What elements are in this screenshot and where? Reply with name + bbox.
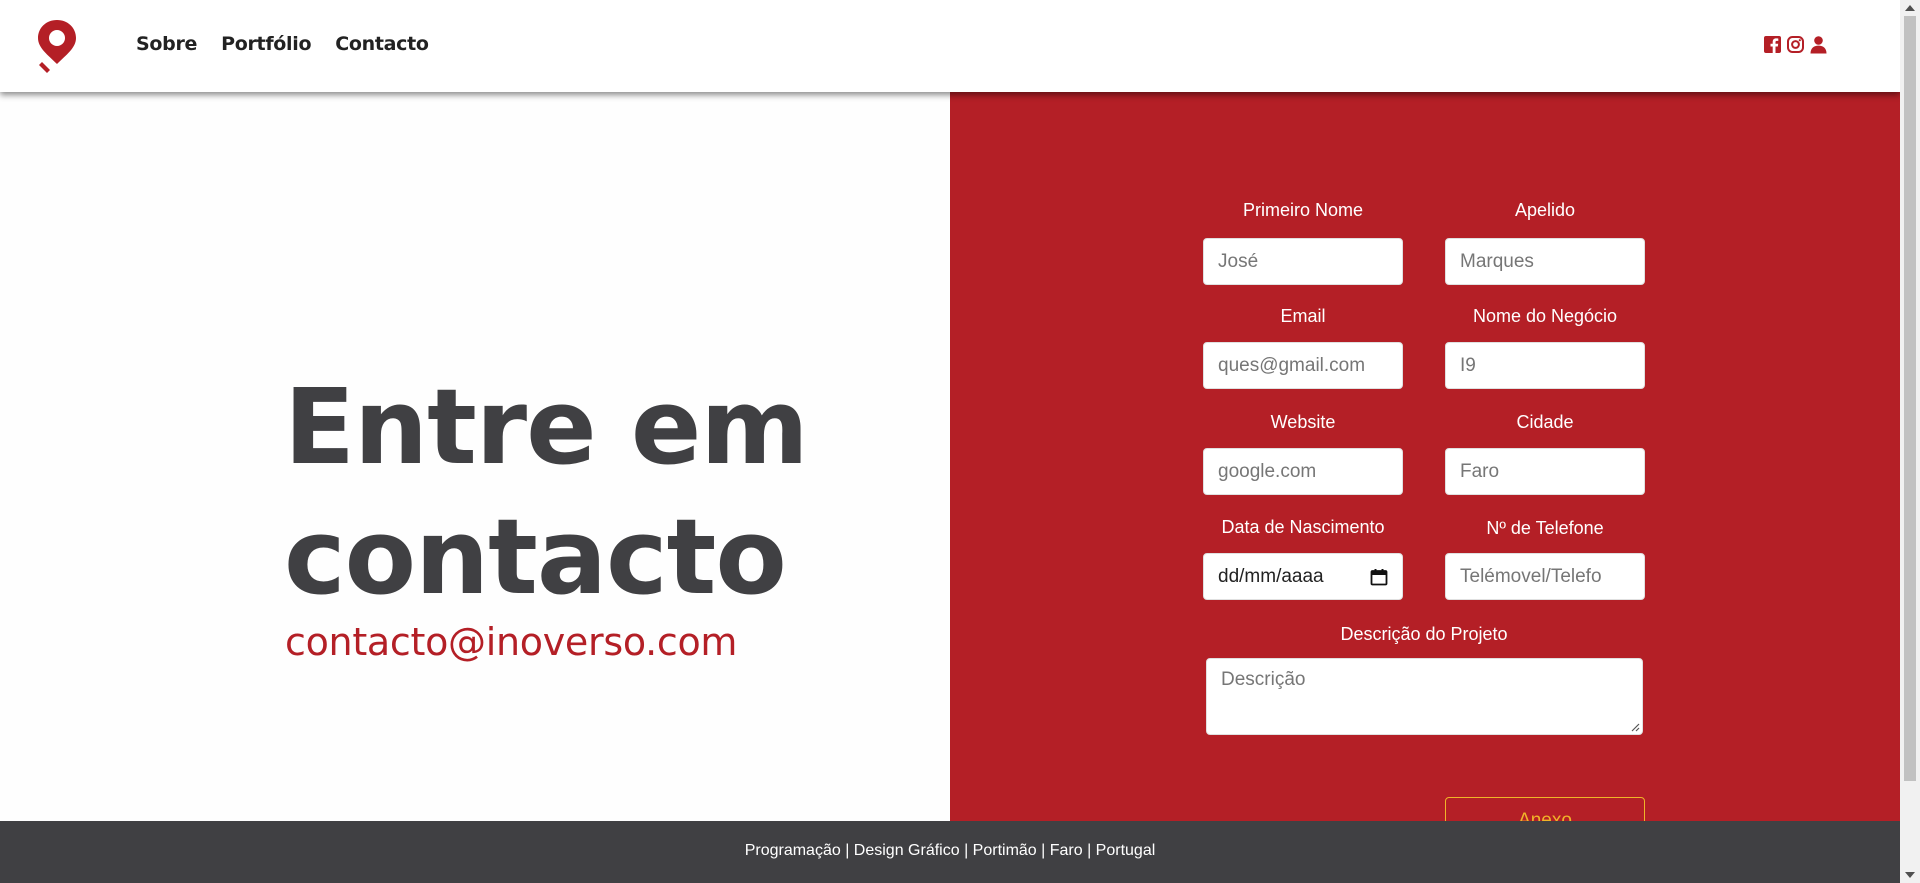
first-name-input[interactable] [1203, 238, 1403, 285]
last-name-input[interactable] [1445, 238, 1645, 285]
navbar: Sobre Portfólio Contacto [0, 0, 1900, 92]
scroll-up-icon[interactable] [1905, 5, 1915, 11]
description-textarea[interactable]: Descrição [1206, 658, 1643, 735]
phone-input[interactable] [1445, 553, 1645, 600]
business-name-label: Nome do Negócio [1472, 306, 1618, 326]
email-field[interactable] [1203, 342, 1403, 389]
first-name-label: Primeiro Nome [1242, 200, 1364, 220]
nav-links: Sobre Portfólio Contacto [136, 33, 453, 55]
business-name-input[interactable] [1445, 342, 1645, 389]
birthdate-value: dd/mm/aaaa [1218, 565, 1324, 587]
description-placeholder: Descrição [1221, 669, 1306, 690]
phone-label: Nº de Telefone [1486, 518, 1604, 538]
page-title: Entre em contacto [284, 362, 884, 622]
social-icons [1763, 35, 1828, 54]
nav-link-portfolio[interactable]: Portfólio [221, 33, 311, 55]
nav-link-contacto[interactable]: Contacto [335, 33, 429, 55]
nav-link-sobre[interactable]: Sobre [136, 33, 197, 55]
birthdate-input[interactable]: dd/mm/aaaa [1203, 553, 1403, 600]
title-line-2: contacto [284, 496, 787, 618]
footer: Programação | Design Gráfico | Portimão … [0, 821, 1900, 883]
city-input[interactable] [1445, 448, 1645, 495]
contact-email-link[interactable]: contacto@inoverso.com [285, 620, 737, 664]
scrollbar-thumb[interactable] [1904, 16, 1916, 781]
scroll-down-icon[interactable] [1905, 872, 1915, 878]
title-line-1: Entre em [284, 366, 809, 488]
birthdate-label: Data de Nascimento [1221, 517, 1385, 537]
footer-text: Programação | Design Gráfico | Portimão … [744, 842, 1156, 859]
contact-form-panel: Primeiro Nome Apelido Email Nome do Negó… [950, 92, 1900, 841]
facebook-icon[interactable] [1763, 35, 1782, 54]
instagram-icon[interactable] [1786, 35, 1805, 54]
page-scrollbar[interactable] [1900, 0, 1920, 883]
resize-grip-icon[interactable] [1630, 722, 1640, 732]
website-input[interactable] [1203, 448, 1403, 495]
last-name-label: Apelido [1514, 200, 1576, 220]
description-label: Descrição do Projeto [1340, 624, 1508, 644]
map-pin-logo-icon[interactable] [36, 18, 78, 74]
city-label: Cidade [1516, 412, 1574, 432]
website-label: Website [1270, 412, 1336, 432]
calendar-icon[interactable] [1370, 568, 1388, 586]
user-icon[interactable] [1809, 35, 1828, 54]
email-label: Email [1280, 306, 1326, 326]
contact-intro-panel: Entre em contacto contacto@inoverso.com [0, 92, 950, 821]
